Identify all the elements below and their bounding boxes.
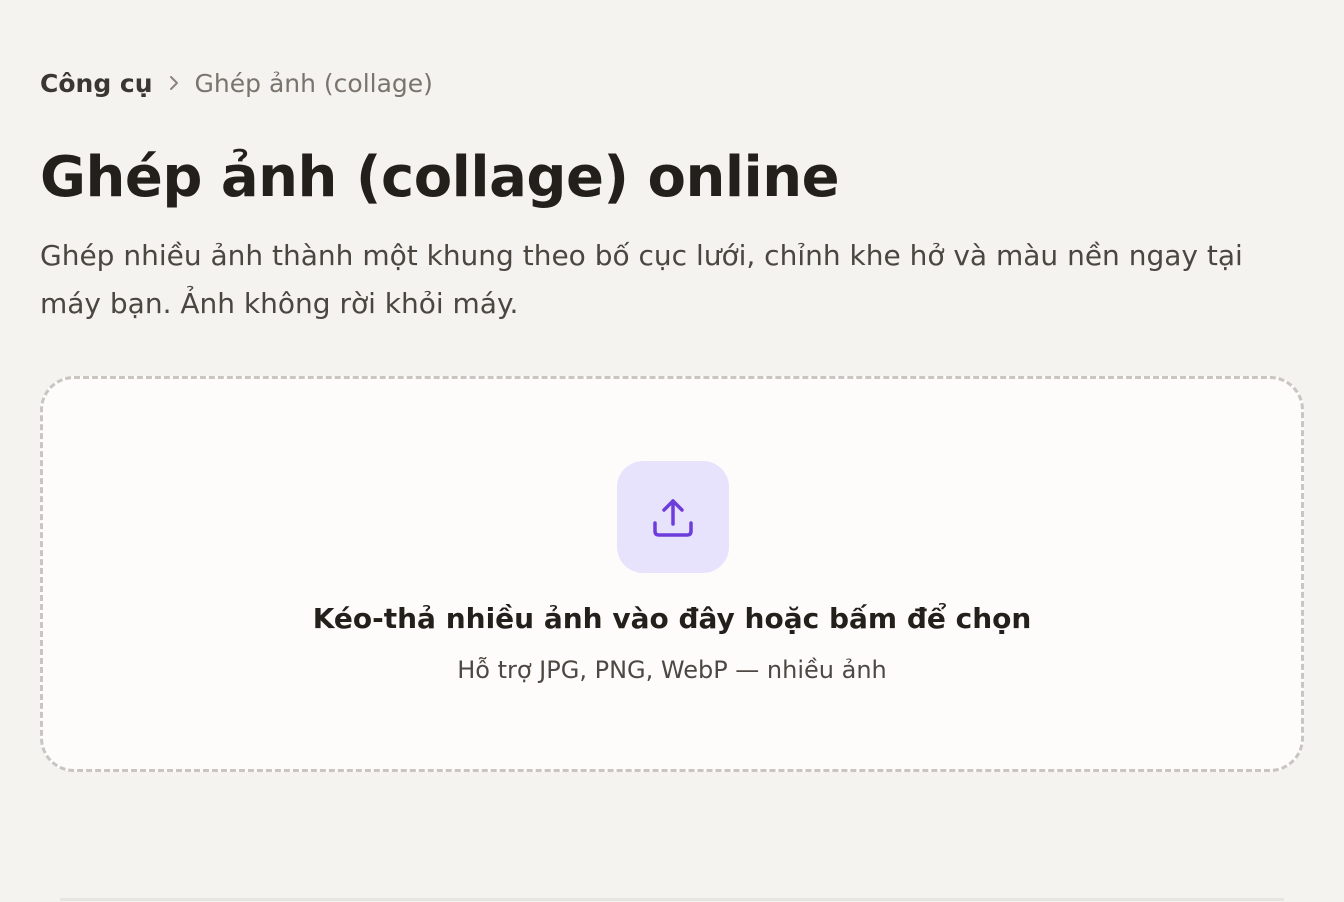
page-title: Ghép ảnh (collage) online (40, 145, 840, 210)
image-dropzone[interactable]: Kéo-thả nhiều ảnh vào đây hoặc bấm để ch… (40, 376, 1304, 772)
breadcrumb: Công cụ Ghép ảnh (collage) (40, 64, 433, 102)
breadcrumb-link-tools[interactable]: Công cụ (40, 69, 153, 98)
section-divider (60, 898, 1284, 901)
page-description: Ghép nhiều ảnh thành một khung theo bố c… (40, 239, 1243, 320)
upload-icon (617, 461, 729, 573)
breadcrumb-current: Ghép ảnh (collage) (194, 68, 433, 98)
dropzone-subtitle: Hỗ trợ JPG, PNG, WebP — nhiều ảnh (457, 656, 887, 684)
chevron-right-icon (167, 74, 181, 92)
dropzone-title: Kéo-thả nhiều ảnh vào đây hoặc bấm để ch… (312, 602, 1032, 635)
